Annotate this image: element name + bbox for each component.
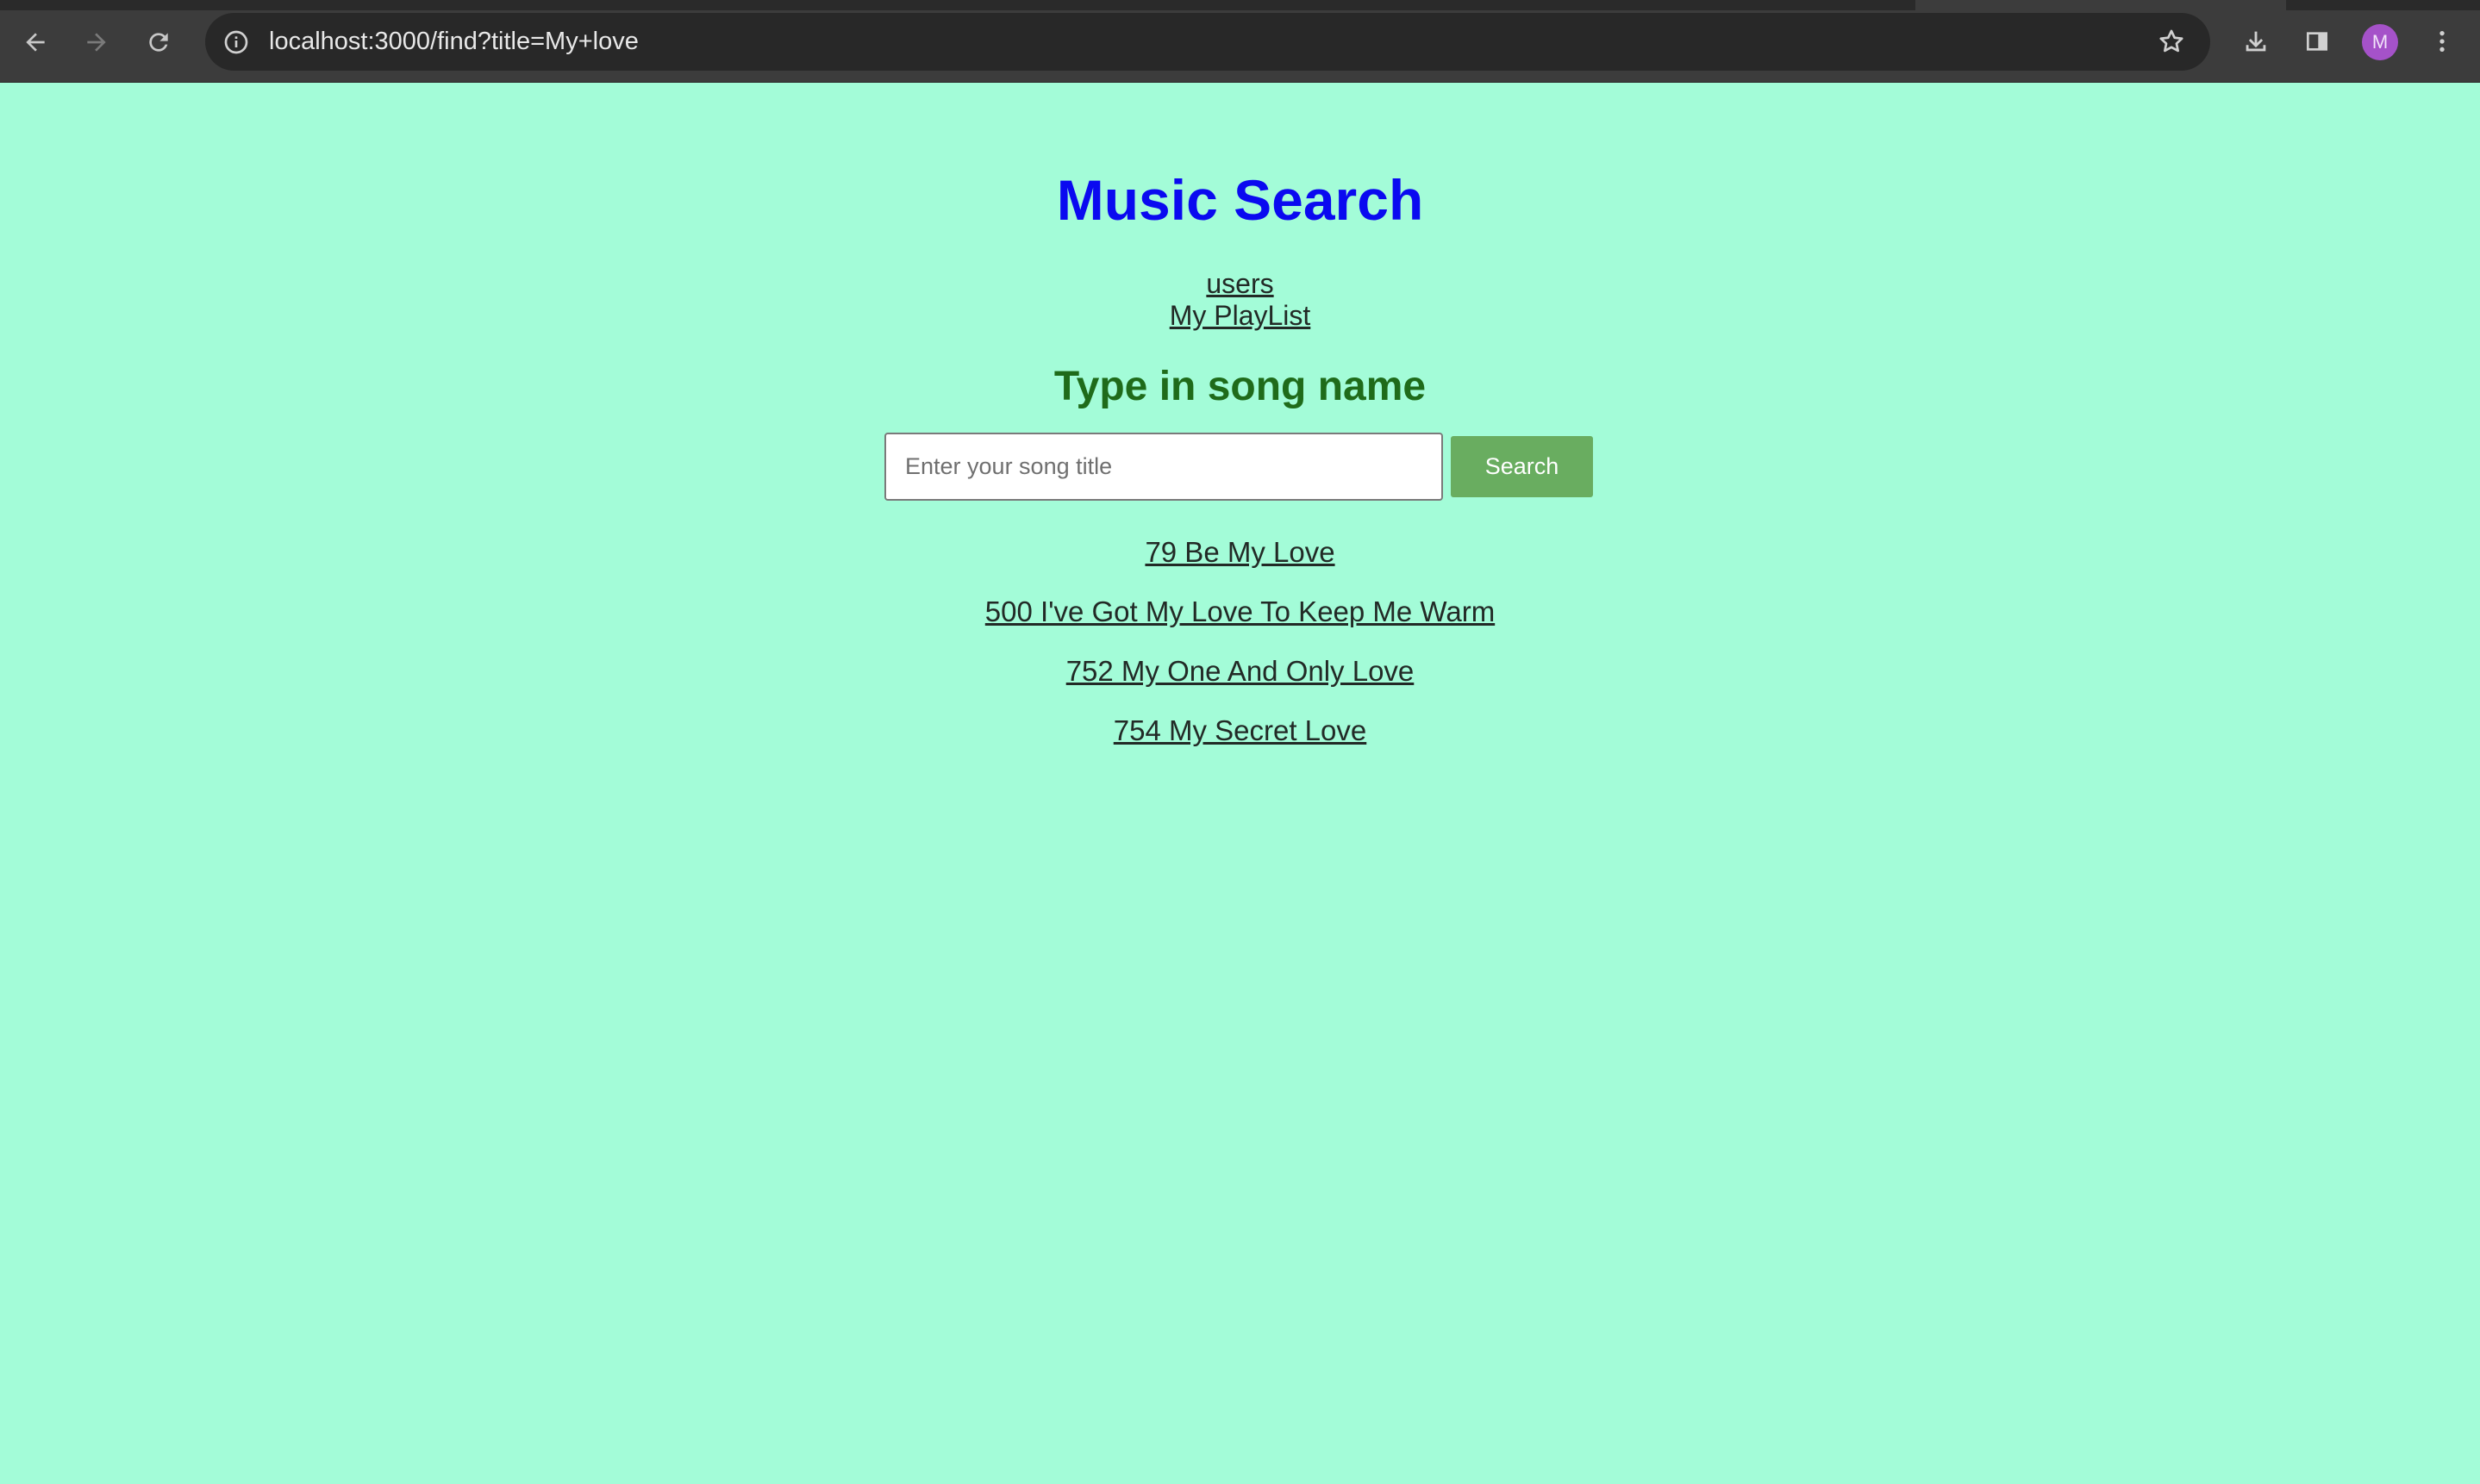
arrow-left-icon xyxy=(26,33,45,52)
profile-avatar[interactable]: M xyxy=(2362,24,2398,60)
result-link[interactable]: 79 Be My Love xyxy=(0,522,2480,582)
result-link[interactable]: 754 My Secret Love xyxy=(0,701,2480,760)
address-bar[interactable]: localhost:3000/find?title=My+love xyxy=(205,13,2210,71)
download-icon xyxy=(2246,31,2266,52)
result-link[interactable]: 752 My One And Only Love xyxy=(0,641,2480,701)
song-title-input[interactable] xyxy=(884,433,1443,501)
active-tab[interactable] xyxy=(1915,0,2286,10)
page-title: Music Search xyxy=(1056,168,1424,232)
star-icon xyxy=(2159,29,2183,53)
browser-toolbar: localhost:3000/find?title=My+love M xyxy=(0,0,2480,83)
site-info-button[interactable] xyxy=(217,23,255,61)
url-text[interactable]: localhost:3000/find?title=My+love xyxy=(269,13,639,71)
tab-strip xyxy=(0,0,2480,10)
info-icon xyxy=(224,30,248,54)
side-panel-icon xyxy=(2307,32,2327,51)
downloads-button[interactable] xyxy=(2236,22,2276,61)
browser-menu-button[interactable] xyxy=(2422,22,2462,61)
playlist-link[interactable]: My PlayList xyxy=(0,300,2480,332)
search-results: 79 Be My Love 500 I've Got My Love To Ke… xyxy=(0,522,2480,760)
page-content: Music Search users My PlayList Type in s… xyxy=(0,84,2480,1484)
kebab-menu-icon xyxy=(2439,31,2445,52)
forward-button[interactable] xyxy=(77,22,116,62)
arrow-right-icon xyxy=(87,33,106,52)
bookmark-button[interactable] xyxy=(2152,22,2191,61)
back-button[interactable] xyxy=(16,22,55,62)
side-panel-button[interactable] xyxy=(2297,22,2337,61)
search-heading: Type in song name xyxy=(1053,364,1427,409)
nav-links: users My PlayList xyxy=(0,268,2480,332)
reload-icon xyxy=(149,33,168,52)
result-link[interactable]: 500 I've Got My Love To Keep Me Warm xyxy=(0,582,2480,641)
search-button[interactable]: Search xyxy=(1451,436,1593,497)
reload-button[interactable] xyxy=(139,22,178,62)
users-link[interactable]: users xyxy=(0,268,2480,300)
